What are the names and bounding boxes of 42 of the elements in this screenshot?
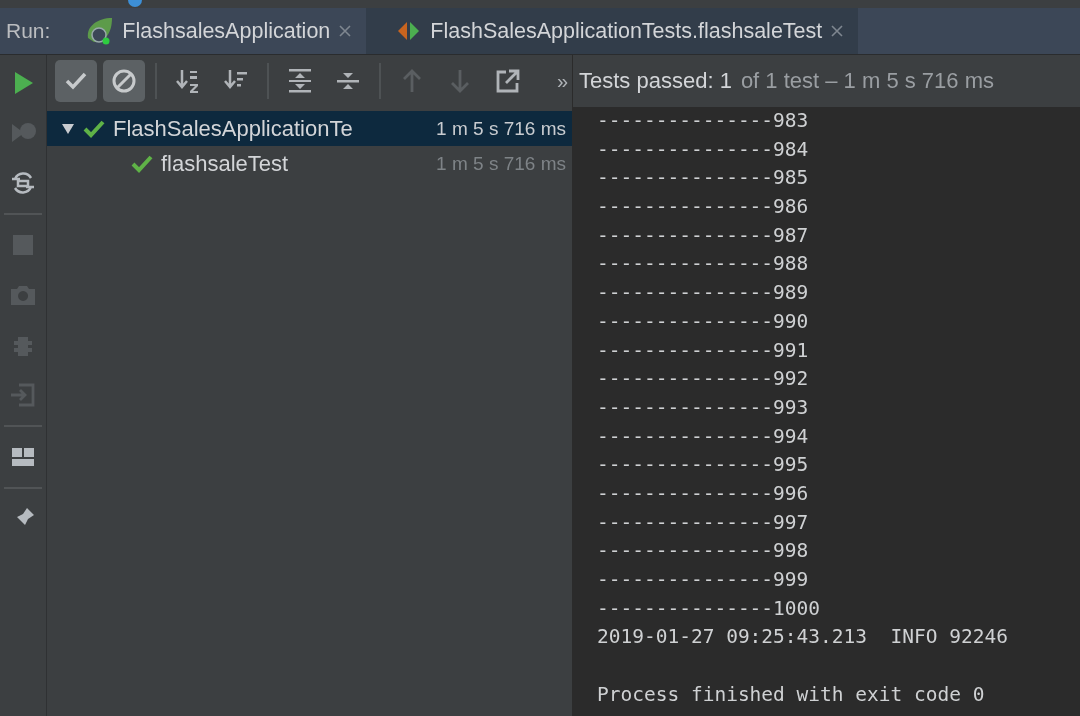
test-duration: 1 m 5 s 716 ms	[436, 152, 567, 175]
run-label: Run:	[5, 19, 52, 43]
show-ignored-button[interactable]	[103, 60, 145, 102]
console-line: ---------------996	[597, 481, 809, 505]
test-name: flashsaleTest	[161, 150, 290, 177]
exit-message: Process finished with exit code 0	[597, 682, 985, 706]
console-line: ---------------983	[597, 109, 809, 132]
console-line: ---------------994	[597, 424, 809, 448]
console-line: ---------------989	[597, 281, 809, 305]
console-line: ---------------1000	[597, 596, 821, 620]
expand-all-icon	[286, 67, 314, 95]
console-line: ---------------992	[597, 367, 809, 391]
test-duration: 1 m 5 s 716 ms	[436, 117, 567, 140]
expand-triangle-icon[interactable]	[61, 121, 75, 136]
check-icon	[131, 153, 153, 174]
close-icon[interactable]	[830, 24, 845, 38]
console-line: ---------------986	[597, 195, 809, 219]
test-name: FlashSalesApplicationTe	[113, 115, 354, 142]
tree-row[interactable]: flashsaleTest 1 m 5 s 716 ms	[47, 146, 572, 181]
export-icon	[494, 67, 522, 95]
console-line: ---------------991	[597, 338, 809, 362]
console-line: ---------------997	[597, 510, 809, 534]
console-line: ---------------998	[597, 539, 809, 563]
console-line: ---------------990	[597, 309, 809, 333]
console-line: ---------------999	[597, 568, 809, 591]
console-line: ---------------987	[597, 223, 809, 247]
more-chevron[interactable]: »	[550, 69, 568, 93]
tab[interactable]: FlashSalesApplicationTests.flashsaleTest	[366, 8, 859, 54]
console-line: ---------------984	[597, 137, 809, 161]
indicator-icon	[128, 0, 142, 7]
show-ignored-icon	[110, 67, 138, 95]
check-icon	[83, 118, 105, 139]
close-icon[interactable]	[338, 24, 353, 38]
tests-passed-label: Tests passed: 1	[579, 68, 732, 94]
console-line: 2019-01-27 09:25:43.213 INFO 92246	[597, 625, 1008, 649]
console-line: ---------------985	[597, 166, 809, 190]
tests-summary: of 1 test – 1 m 5 s 716 ms	[740, 68, 994, 94]
show-passed-button[interactable]	[55, 60, 97, 102]
console-line: ---------------993	[597, 395, 809, 419]
tree-row[interactable]: FlashSalesApplicationTe 1 m 5 s 716 ms	[47, 111, 572, 146]
console-line: ---------------988	[597, 252, 809, 276]
console-line: ---------------995	[597, 453, 809, 477]
